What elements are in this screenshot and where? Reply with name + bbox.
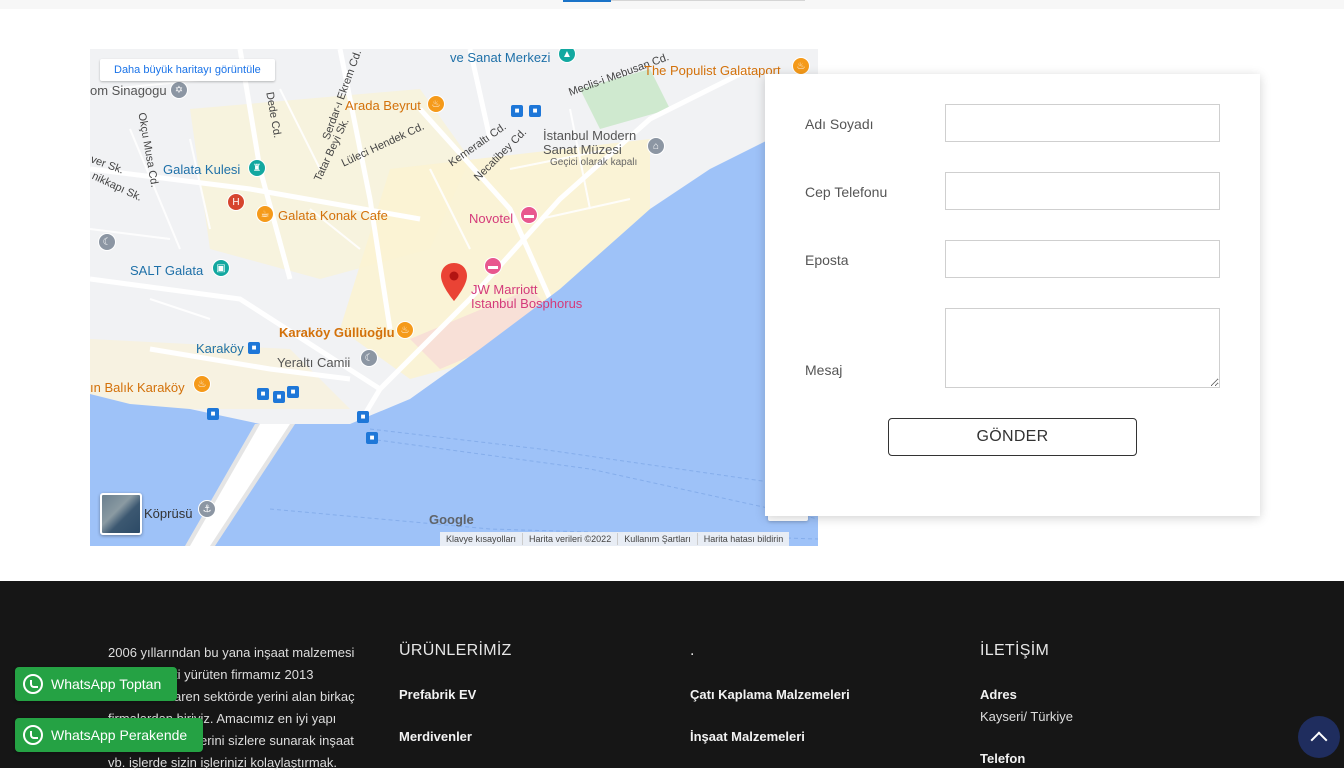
satellite-view-toggle[interactable]	[100, 493, 142, 535]
map-label-jw-marriott-2[interactable]: Istanbul Bosphorus	[471, 296, 582, 311]
map-label-istanbul-modern-status: Geçici olarak kapalı	[550, 157, 638, 168]
footer-link-merdivenler[interactable]: Merdivenler	[399, 729, 472, 744]
bus-stop-icon[interactable]: ■	[207, 408, 219, 420]
map-data-text: Harita verileri ©2022	[523, 533, 619, 545]
hotel-icon[interactable]: ▬	[484, 257, 502, 275]
mosque-icon[interactable]: ☾	[360, 349, 378, 367]
scroll-to-top-button[interactable]	[1298, 716, 1340, 758]
bus-stop-icon[interactable]: ■	[357, 411, 369, 423]
message-label: Mesaj	[805, 362, 843, 378]
whatsapp-perakende-label: WhatsApp Perakende	[51, 727, 188, 743]
location-marker-icon[interactable]	[441, 263, 467, 301]
contact-heading: İLETİŞİM	[980, 642, 1050, 659]
bus-stop-icon[interactable]: ■	[287, 386, 299, 398]
name-label: Adı Soyadı	[805, 116, 874, 132]
terms-link[interactable]: Kullanım Şartları	[618, 533, 698, 545]
about-text: 2006 yıllarından bu yana inşaat malzemes…	[108, 642, 370, 774]
map-label-balik-karakoy[interactable]: ın Balık Karaköy	[90, 380, 185, 395]
chevron-up-icon	[1310, 731, 1328, 749]
bus-stop-icon[interactable]: ■	[511, 105, 523, 117]
keyboard-shortcuts-link[interactable]: Klavye kısayolları	[440, 533, 524, 545]
map-label-karakoy-gulluoglu[interactable]: Karaköy Güllüoğlu	[279, 325, 395, 340]
bus-stop-icon[interactable]: ■	[366, 432, 378, 444]
whatsapp-toptan-button[interactable]: WhatsApp Toptan	[15, 667, 178, 701]
google-logo: Google	[429, 512, 474, 527]
whatsapp-toptan-label: WhatsApp Toptan	[51, 676, 162, 692]
gallery-icon[interactable]: ▣	[212, 259, 230, 277]
message-textarea[interactable]	[945, 308, 1220, 388]
map-label-istanbul-modern[interactable]: İstanbul Modern	[543, 128, 636, 143]
map-label-yeralti-camii[interactable]: Yeraltı Camii	[277, 355, 350, 370]
email-input[interactable]	[945, 240, 1220, 278]
about-line: vb. işlerde sizin işlerinizi kolaylaştır…	[108, 755, 338, 770]
footer-link-cati[interactable]: Çatı Kaplama Malzemeleri	[690, 687, 850, 702]
bus-stop-icon[interactable]: ■	[529, 105, 541, 117]
address-value: Kayseri/ Türkiye	[980, 709, 1073, 724]
map-label-galata-kulesi[interactable]: Galata Kulesi	[163, 162, 240, 177]
whatsapp-perakende-button[interactable]: WhatsApp Perakende	[15, 718, 204, 752]
restaurant-icon[interactable]: ♨	[396, 321, 414, 339]
museum-icon[interactable]: ⌂	[647, 137, 665, 155]
cafe-icon[interactable]: ☕	[256, 205, 274, 223]
email-label: Eposta	[805, 252, 849, 268]
phone-label-footer: Telefon	[980, 751, 1026, 766]
map-label-arada-beyrut[interactable]: Arada Beyrut	[345, 98, 421, 113]
submit-button[interactable]: GÖNDER	[888, 418, 1137, 456]
map-label-jw-marriott[interactable]: JW Marriott	[471, 282, 537, 297]
map-label-istanbul-modern-2[interactable]: Sanat Müzesi	[543, 142, 622, 157]
google-map[interactable]: ▲ ve Sanat Merkezi Meclis-i Mebusan Cd. …	[90, 49, 818, 546]
larger-map-link[interactable]: Daha büyük haritayı görüntüle	[100, 59, 275, 81]
phone-label: Cep Telefonu	[805, 184, 888, 200]
about-line: 2006 yıllarından bu yana inşaat malzemes…	[108, 645, 355, 660]
worship-icon[interactable]: ☾	[98, 233, 116, 251]
map-label-novotel[interactable]: Novotel	[469, 211, 513, 226]
products-heading: ÜRÜNLERİMİZ	[399, 642, 512, 659]
map-attribution: Klavye kısayolları Harita verileri ©2022…	[440, 532, 790, 546]
contact-form: Adı Soyadı Cep Telefonu Eposta Mesaj GÖN…	[765, 74, 1260, 516]
footer-link-prefabrik[interactable]: Prefabrik EV	[399, 687, 476, 702]
restaurant-icon[interactable]: ♨	[427, 95, 445, 113]
whatsapp-icon	[23, 725, 43, 745]
map-label-salt-galata[interactable]: SALT Galata	[130, 263, 203, 278]
bridge-icon[interactable]: ⚓	[198, 500, 216, 518]
restaurant-icon[interactable]: ♨	[193, 375, 211, 393]
report-error-link[interactable]: Harita hatası bildirin	[698, 533, 790, 545]
map-label-galata-konak[interactable]: Galata Konak Cafe	[278, 208, 388, 223]
map-label-karakoy[interactable]: Karaköy	[196, 341, 244, 356]
address-label: Adres	[980, 687, 1017, 702]
tower-icon[interactable]: ♜	[248, 159, 266, 177]
column3-heading: .	[690, 642, 695, 659]
top-tab-strip	[0, 0, 1344, 9]
hotel-icon[interactable]: ▬	[520, 206, 538, 224]
active-tab-indicator	[563, 0, 611, 2]
worship-icon[interactable]: ✡	[170, 81, 188, 99]
name-input[interactable]	[945, 104, 1220, 142]
map-label-populist[interactable]: The Populist Galataport	[644, 63, 781, 78]
phone-input[interactable]	[945, 172, 1220, 210]
map-label-sanat-merkezi[interactable]: ve Sanat Merkezi	[450, 50, 550, 65]
tab-divider-line	[611, 0, 805, 1]
map-label-sinagogu[interactable]: om Sinagogu	[90, 83, 167, 98]
hotel-icon[interactable]: H	[227, 193, 245, 211]
bus-stop-icon[interactable]: ■	[273, 391, 285, 403]
restaurant-icon[interactable]: ♨	[792, 57, 810, 75]
bus-stop-icon[interactable]: ■	[257, 388, 269, 400]
footer-link-insaat[interactable]: İnşaat Malzemeleri	[690, 729, 805, 744]
map-label-koprusu[interactable]: Köprüsü	[144, 506, 192, 521]
whatsapp-icon	[23, 674, 43, 694]
bus-stop-icon[interactable]: ■	[248, 342, 260, 354]
